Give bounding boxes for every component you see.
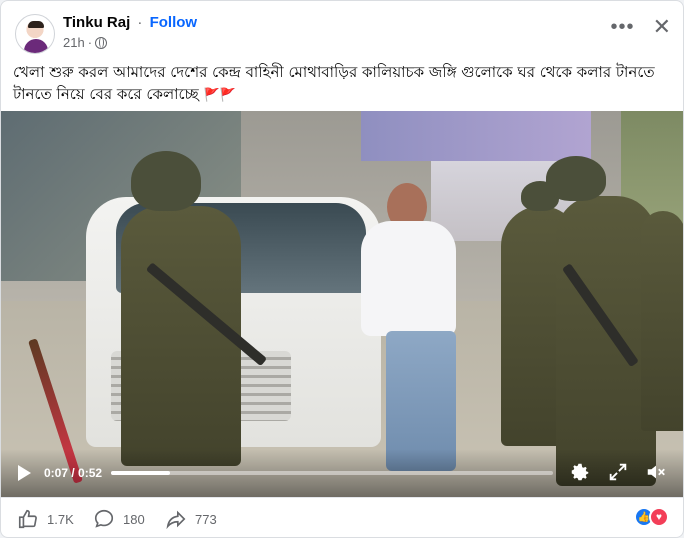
settings-icon[interactable] (569, 461, 591, 488)
header-actions: ••• ✕ (611, 16, 671, 38)
comment-count: 180 (123, 511, 145, 527)
share-count: 773 (195, 511, 217, 527)
close-icon[interactable]: ✕ (653, 16, 671, 38)
fullscreen-icon[interactable] (607, 461, 629, 488)
like-icon (18, 509, 37, 529)
video-player[interactable]: 0:07 / 0:52 (1, 111, 683, 497)
post-header: Tinku Raj · Follow 21h · ••• ✕ (13, 11, 671, 55)
separator-dot: · (137, 14, 143, 31)
author-name[interactable]: Tinku Raj (63, 14, 130, 31)
follow-button[interactable]: Follow (150, 14, 198, 31)
video-progress-fill (111, 471, 171, 475)
play-icon[interactable] (18, 465, 31, 481)
comment-action[interactable]: 180 (93, 508, 145, 530)
love-reaction-icon: ♥ (649, 507, 669, 527)
post-timestamp[interactable]: 21h (63, 35, 85, 50)
more-options-icon[interactable]: ••• (611, 17, 635, 37)
author-row: Tinku Raj · Follow (63, 14, 197, 31)
video-frame (1, 111, 683, 497)
post-footer: 1.7K 180 773 👍 ♥ (1, 497, 683, 537)
meta-separator: · (87, 35, 93, 50)
like-action[interactable]: 1.7K (17, 508, 74, 530)
comment-icon (94, 509, 114, 528)
post-meta: 21h · (63, 35, 108, 50)
share-icon (166, 510, 186, 530)
flag-emoji: 🚩🚩 (203, 88, 236, 103)
like-count: 1.7K (47, 511, 74, 527)
video-time: 0:07 / 0:52 (44, 466, 103, 480)
post-card: Tinku Raj · Follow 21h · ••• ✕ খেলা শুরু… (0, 0, 684, 538)
author-avatar[interactable] (15, 14, 55, 54)
globe-icon (95, 36, 108, 49)
share-action[interactable]: 773 (165, 508, 217, 530)
reaction-summary[interactable]: 👍 ♥ (634, 507, 669, 527)
mute-icon[interactable] (645, 461, 667, 488)
caption-text: খেলা শুরু করল আমাদের দেশের কেন্দ্র বাহিন… (13, 63, 655, 103)
video-progress-bar[interactable] (111, 471, 553, 475)
post-caption: খেলা শুরু করল আমাদের দেশের কেন্দ্র বাহিন… (13, 61, 673, 107)
